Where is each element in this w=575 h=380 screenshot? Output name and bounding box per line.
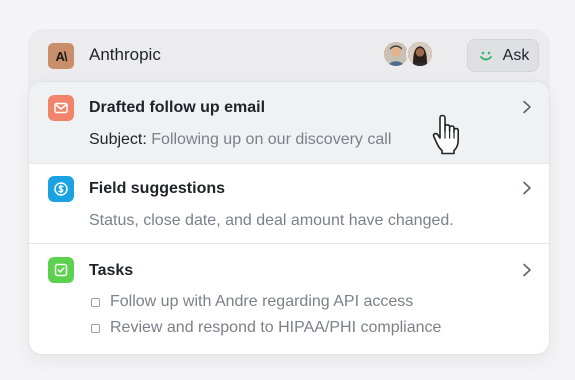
chevron-right-icon xyxy=(523,263,531,277)
chevron-right-icon xyxy=(523,181,531,195)
task-checkbox[interactable] xyxy=(91,297,100,307)
ask-label: Ask xyxy=(502,46,530,64)
avatar[interactable] xyxy=(406,40,434,68)
suggestions-card: Drafted follow up email Subject: Followi… xyxy=(28,81,550,355)
divider xyxy=(29,163,549,164)
company-name[interactable]: Anthropic xyxy=(89,45,161,65)
item-title: Tasks xyxy=(89,262,134,279)
email-subject: Subject: Following up on our discovery c… xyxy=(89,131,391,149)
chevron-right-icon xyxy=(523,100,531,114)
subject-value: Following up on our discovery call xyxy=(151,131,392,148)
task-item[interactable]: Follow up with Andre regarding API acces… xyxy=(91,293,413,311)
task-checkbox[interactable] xyxy=(91,323,100,333)
item-title: Field suggestions xyxy=(89,180,226,197)
mail-icon xyxy=(48,95,74,121)
divider xyxy=(29,243,549,244)
logo-text: A\ xyxy=(55,48,68,64)
item-title: Drafted follow up email xyxy=(89,99,266,116)
task-label: Follow up with Andre regarding API acces… xyxy=(110,293,414,310)
task-item[interactable]: Review and respond to HIPAA/PHI complian… xyxy=(91,319,441,337)
list-item-tasks[interactable]: Tasks Follow up with Andre regarding API… xyxy=(29,243,549,354)
company-logo: A\ xyxy=(48,43,74,69)
task-label: Review and respond to HIPAA/PHI complian… xyxy=(110,319,442,336)
checkbox-icon xyxy=(48,257,74,283)
list-item-field-suggestions[interactable]: Field suggestions Status, close date, an… xyxy=(29,163,549,243)
ask-button[interactable]: Ask xyxy=(467,39,539,72)
list-item-drafted-email[interactable]: Drafted follow up email Subject: Followi… xyxy=(29,82,549,163)
hand-pointer-icon xyxy=(432,114,459,155)
item-description: Status, close date, and deal amount have… xyxy=(89,212,454,229)
smile-icon xyxy=(479,51,492,60)
subject-label: Subject: xyxy=(89,131,147,148)
dollar-icon xyxy=(48,176,74,202)
